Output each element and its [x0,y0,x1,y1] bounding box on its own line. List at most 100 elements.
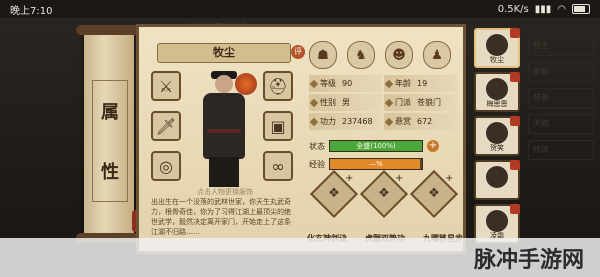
tag-icon [510,204,520,214]
stat-label: 门派 [395,98,411,107]
gem-icon [309,98,319,107]
stat-value: 672 [417,117,433,126]
stat-label: 悬赏 [395,117,411,126]
side-menu-item[interactable]: 装备 [528,88,594,108]
portrait-icon [486,122,508,144]
signal-icon: ▮▮▮ [534,3,552,15]
flame-aura-icon [235,73,257,95]
side-menu-item[interactable]: 天赋 [528,114,594,134]
stat-level: 等级 90 [309,75,382,92]
stat-bounty: 悬赏 672 [384,113,457,130]
side-menu-item[interactable]: 帮主 [528,36,594,56]
roster-name: 贺笑 [490,144,504,152]
stat-age: 年龄 19 [384,75,457,92]
status-value: 全盛(100%) [356,142,396,150]
roster-name: 梅思恩 [486,100,508,108]
roster-item[interactable]: 贺笑 [474,116,520,156]
scroll-icon: ❖ [328,186,340,201]
stat-power: 功力 237468 [309,113,382,130]
armor-icon: ▣ [270,116,286,136]
stat-label: 性别 [320,98,336,107]
beast-icon: ♞ [355,47,367,63]
weapon-slot[interactable]: ⚔ [151,71,181,101]
gem-icon [309,79,319,88]
roster-item[interactable] [474,160,520,200]
wifi-icon: ◠ [557,3,566,15]
companion-icon-2[interactable]: ♞ [347,41,375,69]
gem-icon [309,117,319,126]
equipment-column: 牧尘 评 ⚔ 🗡 ◎ ⛑ ▣ ∞ 点击人物更换服饰 出出生在一个没落的武林世家，… [143,31,305,249]
tag-icon [510,160,520,170]
tag-icon [510,72,520,82]
offhand-slot[interactable]: 🗡 [151,111,181,141]
necklace-icon: ∞ [271,156,285,176]
sword-icon: ⚔ [158,76,174,96]
status-bar: 全盛(100%) [329,140,423,152]
legs-shape [209,157,239,187]
boot-icon: ❖ [428,186,440,201]
stats-column: ☗ ♞ ☻ ♟ 等级 90 年龄 19 性别男 门派 苍狼门 功力 237468 悬赏 6… [303,31,463,249]
helmet-slot[interactable]: ⛑ [263,71,293,101]
restore-plus-button[interactable]: + [427,140,439,152]
scroll-title: 属 性 [92,80,128,202]
stat-value: 苍狼门 [417,98,441,107]
companion-icon-3[interactable]: ☻ [385,41,413,69]
roster-item[interactable]: 梅思恩 [474,72,520,112]
gem-icon [384,79,394,88]
companion-icon-4[interactable]: ♟ [423,41,451,69]
character-name: 牧尘 [157,43,291,63]
status-indicators: 0.5K/s ▮▮▮ ◠ [498,4,590,15]
stats-grid: 等级 90 年龄 19 性别男 门派 苍狼门 功力 237468 悬赏 672 [309,75,459,132]
stats-row-2: 性别男 门派 苍狼门 [309,94,459,111]
watermark-logo: 脉冲手游网 [473,248,584,273]
side-menu: 帮主 家族 装备 天赋 修炼 [528,36,594,166]
ring-slot[interactable]: ◎ [151,151,181,181]
scroll-char-1: 属 [101,102,119,123]
companion-icon-1[interactable]: ☗ [309,41,337,69]
status-bar: 晚上7:10 0.5K/s ▮▮▮ ◠ [0,0,600,18]
clock: 晚上7:10 [10,5,53,17]
tag-icon [510,116,520,126]
battery-icon [572,4,590,14]
necklace-slot[interactable]: ∞ [263,151,293,181]
character-panel: 牧尘 评 ⚔ 🗡 ◎ ⛑ ▣ ∞ 点击人物更换服饰 出出生在一个没落的武林世家，… [136,24,466,254]
roster-item[interactable]: 牧尘 [474,28,520,68]
stats-row-1: 等级 90 年龄 19 [309,75,459,92]
exp-row: 经验 —% [309,157,459,171]
side-menu-item[interactable]: 家族 [528,62,594,82]
stat-value: 19 [417,79,428,88]
stat-value: 237468 [342,117,373,126]
stat-value: 90 [342,79,353,88]
warrior-icon: ☗ [317,47,329,63]
helmet-icon: ⛑ [267,76,289,96]
skill-slots: ❖ + ❖ + ❖ + [307,169,461,225]
gem-icon [384,98,394,107]
armor-slot[interactable]: ▣ [263,111,293,141]
companion-icons: ☗ ♞ ☻ ♟ [309,41,451,69]
portrait-icon [486,78,508,100]
skill-add-button[interactable]: + [345,173,353,184]
character-roster: 牧尘 梅思恩 贺笑 凌霜 [474,28,522,248]
stat-gender: 性别男 [309,94,382,111]
robe-shape [203,93,245,159]
status-row: 状态 全盛(100%) + [309,139,459,153]
exp-label: 经验 [309,159,325,169]
gem-icon [384,117,394,126]
portrait-icon [486,210,508,232]
stat-label: 年龄 [395,79,411,88]
stats-row-3: 功力 237468 悬赏 672 [309,113,459,130]
tag-icon [510,28,520,38]
skill-add-button[interactable]: + [445,173,453,184]
skill-add-button[interactable]: + [395,173,403,184]
book-icon: ❖ [378,186,390,201]
portrait-icon [486,166,508,188]
side-menu-item[interactable]: 修炼 [528,140,594,160]
network-speed: 0.5K/s [497,3,529,15]
sash-shape [207,129,241,133]
attributes-scroll-tab[interactable]: 属 性 [76,25,146,243]
stat-value: 男 [342,98,350,107]
exp-value: —% [369,160,383,168]
scroll-char-2: 性 [101,162,119,183]
portrait-icon [486,34,508,56]
dagger-icon: 🗡 [155,116,177,136]
